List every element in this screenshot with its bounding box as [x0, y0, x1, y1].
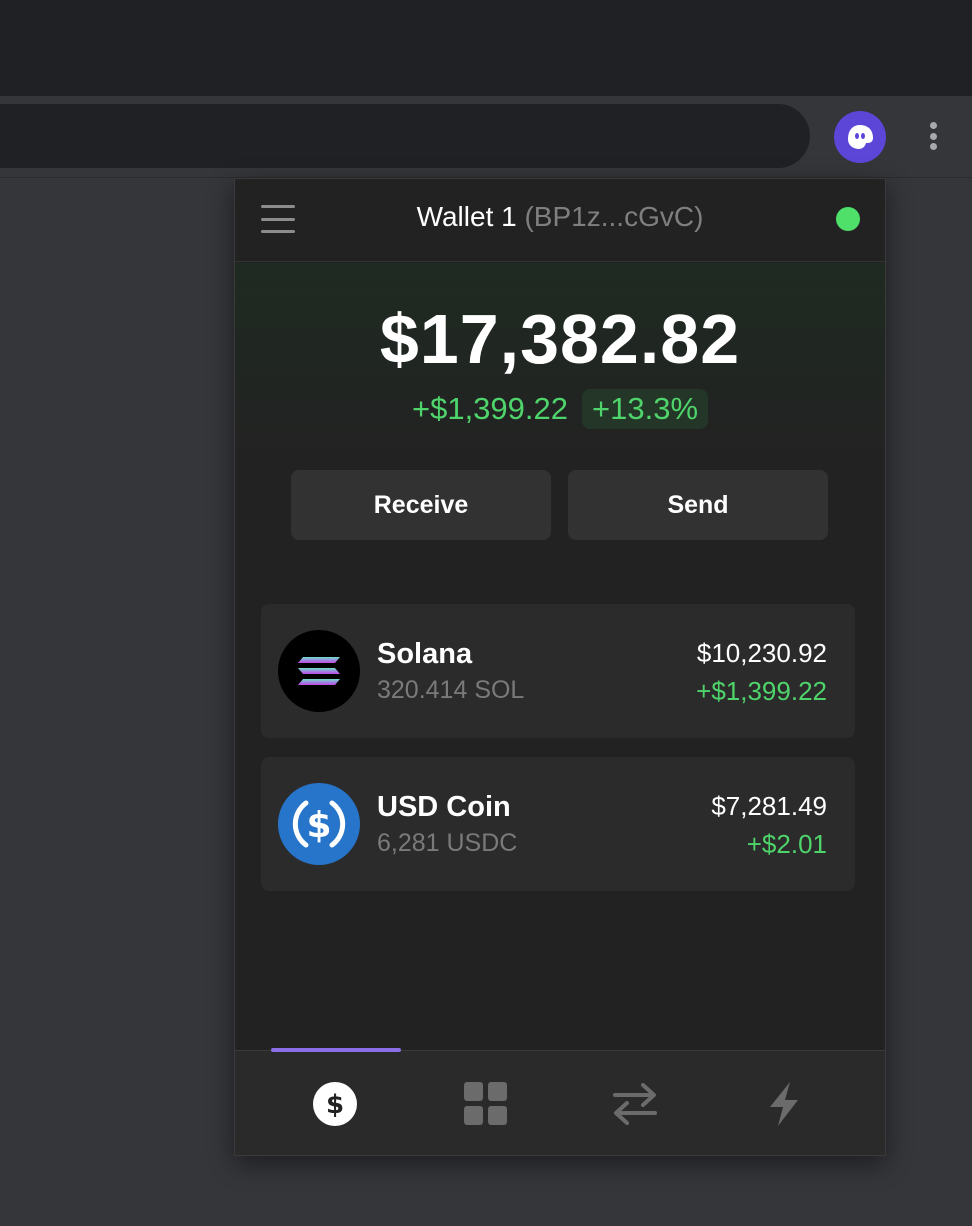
phantom-ghost-icon [848, 125, 873, 149]
balance-section: $17,382.82 +$1,399.22 +13.3% [235, 263, 885, 463]
token-change: +$2.01 [746, 829, 827, 859]
balance-change: +$1,399.22 +13.3% [235, 389, 885, 429]
token-name: USD Coin [377, 791, 511, 823]
nav-tab-tokens[interactable]: $ [308, 1077, 362, 1131]
browser-toolbar [0, 96, 972, 178]
grid-icon [464, 1082, 507, 1125]
token-change: +$1,399.22 [696, 676, 827, 706]
solana-icon [278, 630, 360, 712]
token-row-usd-coin[interactable]: $ USD Coin 6,281 USDC $7,281.49 +$2.01 [261, 757, 855, 891]
wallet-popup: Wallet 1 (BP1z...cGvC) $17,382.82 +$1,39… [234, 178, 886, 1156]
send-button[interactable]: Send [568, 470, 828, 540]
receive-button[interactable]: Receive [291, 470, 551, 540]
address-bar[interactable] [0, 104, 810, 168]
token-quantity: 6,281 USDC [377, 829, 518, 857]
connection-status-dot [836, 207, 860, 231]
wallet-name: Wallet 1 [416, 201, 517, 232]
wallet-address: (BP1z...cGvC) [524, 201, 704, 232]
kebab-dot [929, 143, 937, 150]
nav-tab-activity[interactable] [757, 1077, 811, 1131]
token-row-solana[interactable]: Solana 320.414 SOL $10,230.92 +$1,399.22 [261, 604, 855, 738]
token-name: Solana [377, 638, 473, 670]
dollar-icon: $ [313, 1082, 357, 1126]
change-amount: +$1,399.22 [411, 391, 568, 426]
total-balance: $17,382.82 [379, 300, 741, 378]
browser-title-bar [0, 0, 972, 96]
wallet-title[interactable]: Wallet 1 (BP1z...cGvC) [235, 201, 885, 233]
swap-arrows-icon [613, 1083, 657, 1125]
phantom-extension-button[interactable] [834, 111, 886, 163]
nav-tab-swap[interactable] [608, 1077, 662, 1131]
svg-text:$: $ [326, 1090, 344, 1120]
token-usd-value: $10,230.92 [696, 638, 827, 668]
bottom-navigation: $ [235, 1048, 885, 1155]
usdc-icon: $ [278, 783, 360, 865]
kebab-dot [929, 132, 937, 140]
browser-menu-button[interactable] [920, 118, 946, 154]
change-percent-badge: +13.3% [582, 389, 709, 429]
active-tab-indicator [271, 1048, 401, 1052]
lightning-icon [770, 1082, 798, 1126]
wallet-header: Wallet 1 (BP1z...cGvC) [235, 179, 885, 262]
token-usd-value: $7,281.49 [711, 791, 827, 821]
token-quantity: 320.414 SOL [377, 676, 525, 704]
svg-text:$: $ [306, 805, 331, 846]
kebab-dot [929, 122, 937, 129]
nav-tab-collectibles[interactable] [459, 1077, 513, 1131]
